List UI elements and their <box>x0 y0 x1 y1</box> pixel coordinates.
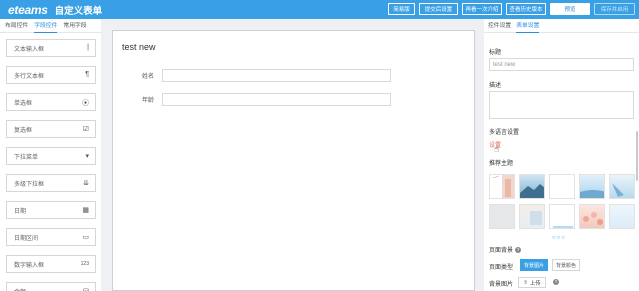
component-textarea[interactable]: 多行文本框 ¶ <box>6 66 96 84</box>
preview-button[interactable]: 预览 <box>550 3 590 15</box>
component-cascade-select[interactable]: 多级下拉框 ⇊ <box>6 174 96 192</box>
age-input[interactable] <box>162 93 391 106</box>
simple-mode-button[interactable]: 简易版 <box>388 3 415 15</box>
component-tabs: 布局控件 字段控件 常用字段 <box>0 19 101 33</box>
number-icon: 123 <box>80 261 89 267</box>
caret-down-icon: ▾ <box>85 153 89 160</box>
paragraph-icon: ¶ <box>85 71 89 78</box>
page-type-label: 页面类型 <box>489 265 514 271</box>
upload-label: 上传 <box>529 280 541 287</box>
help-icon[interactable]: ? <box>553 279 559 285</box>
help-icon[interactable]: ? <box>515 247 522 254</box>
multilang-label: 多语言设置 <box>489 130 520 136</box>
field-label: 年龄 <box>142 98 155 104</box>
theme-pager[interactable]: ○○○ <box>552 235 566 241</box>
theme-art <box>580 190 604 198</box>
tab-control-settings[interactable]: 控件设置 <box>488 19 511 33</box>
calendar-icon: ▦ <box>82 207 89 214</box>
theme-tile[interactable] <box>609 204 635 229</box>
intro-again-button[interactable]: 再看一次介绍 <box>462 3 502 15</box>
theme-tile[interactable] <box>579 204 605 229</box>
tab-common-fields[interactable]: 常用字段 <box>63 19 86 33</box>
cascade-icon: ⇊ <box>83 180 89 187</box>
component-money[interactable]: 金额 ⛁ <box>6 282 96 291</box>
bg-image-label: 背景图片 <box>489 282 514 288</box>
bg-image-option[interactable]: 背景图片 <box>520 259 548 271</box>
field-label: 姓名 <box>142 74 155 80</box>
theme-tile[interactable] <box>489 204 515 229</box>
component-date[interactable]: 日期 ▦ <box>6 201 96 219</box>
theme-art <box>583 212 603 225</box>
component-label: 金额 <box>14 287 26 291</box>
theme-art <box>492 175 514 198</box>
component-checkbox[interactable]: 复选框 ☑ <box>6 120 96 138</box>
calendar-range-icon: ▭ <box>82 234 89 241</box>
theme-label: 推荐主题 <box>489 161 514 167</box>
radio-icon: ⦿ <box>82 100 89 107</box>
history-versions-button[interactable]: 查看历史版本 <box>506 3 546 15</box>
component-label: 数字输入框 <box>14 262 45 269</box>
form-field-age[interactable]: 年龄 <box>142 93 391 106</box>
tab-field-controls[interactable]: 字段控件 <box>34 19 58 33</box>
component-label: 多级下拉框 <box>14 181 45 188</box>
form-field-name[interactable]: 姓名 <box>142 69 391 82</box>
form-canvas[interactable]: test new 姓名 年龄 <box>112 30 475 291</box>
component-panel: 布局控件 字段控件 常用字段 文本输入框 | 多行文本框 ¶ 单选框 ⦿ 复选框… <box>0 19 101 291</box>
post-submit-settings-button[interactable]: 提交后设置 <box>419 3 458 15</box>
theme-tile[interactable] <box>519 204 545 229</box>
tab-form-settings[interactable]: 表单设置 <box>516 19 540 33</box>
component-label: 文本输入框 <box>14 46 45 53</box>
description-textarea[interactable] <box>489 91 634 119</box>
settings-tabs: 控件设置 表单设置 <box>484 19 639 33</box>
component-label: 日期 <box>14 208 27 215</box>
component-date-range[interactable]: 日期区间 ▭ <box>6 228 96 246</box>
header-actions: 简易版 提交后设置 再看一次介绍 查看历史版本 预览 保存并启用 <box>388 3 635 15</box>
component-radio[interactable]: 单选框 ⦿ <box>6 93 96 111</box>
title-label: 标题 <box>489 50 502 56</box>
component-label: 复选框 <box>14 127 33 134</box>
settings-panel: 控件设置 表单设置 标题 test new 描述 多语言设置 设置 ☝ 推荐主题 <box>484 19 639 291</box>
theme-tile[interactable] <box>549 174 575 199</box>
tab-layout-controls[interactable]: 布局控件 <box>5 19 28 33</box>
theme-tile[interactable] <box>489 174 515 199</box>
bg-color-option[interactable]: 背景颜色 <box>552 259 580 271</box>
component-label: 日期区间 <box>14 235 39 242</box>
upload-icon: ⇧ <box>523 279 528 286</box>
theme-art <box>553 226 573 228</box>
page-title: 自定义表单 <box>54 5 103 17</box>
theme-tile[interactable] <box>519 174 545 199</box>
theme-tile[interactable] <box>549 204 575 229</box>
component-label: 多行文本框 <box>14 73 45 80</box>
save-enable-button[interactable]: 保存并启用 <box>594 3 635 15</box>
form-title[interactable]: test new <box>122 42 156 52</box>
checkbox-icon: ☑ <box>82 126 89 133</box>
component-label: 单选框 <box>14 100 33 107</box>
theme-art <box>530 211 542 225</box>
component-number-input[interactable]: 数字输入框 123 <box>6 255 96 273</box>
component-list: 文本输入框 | 多行文本框 ¶ 单选框 ⦿ 复选框 ☑ 下拉菜单 ▾ 多级下拉框… <box>0 33 101 291</box>
title-input[interactable]: test new <box>489 58 634 71</box>
theme-art <box>520 184 544 198</box>
money-icon: ⛁ <box>83 287 89 291</box>
description-label: 描述 <box>489 83 502 89</box>
eteams-logo: eteams <box>8 2 48 17</box>
hand-cursor-icon: ☝ <box>494 144 500 154</box>
theme-tile[interactable] <box>609 174 635 199</box>
theme-art <box>612 183 624 197</box>
text-input-icon: | <box>87 44 89 51</box>
page-background-label: 页面背景? <box>489 245 522 254</box>
settings-scrollbar[interactable] <box>636 131 638 181</box>
app-header: eteams 自定义表单 简易版 提交后设置 再看一次介绍 查看历史版本 预览 … <box>0 0 639 19</box>
theme-tile[interactable] <box>579 174 605 199</box>
component-text-input[interactable]: 文本输入框 | <box>6 39 96 57</box>
upload-button[interactable]: ⇧ 上传 <box>518 277 546 288</box>
component-dropdown[interactable]: 下拉菜单 ▾ <box>6 147 96 165</box>
component-label: 下拉菜单 <box>14 154 39 161</box>
page-background-text: 页面背景 <box>489 248 514 254</box>
name-input[interactable] <box>162 69 391 82</box>
